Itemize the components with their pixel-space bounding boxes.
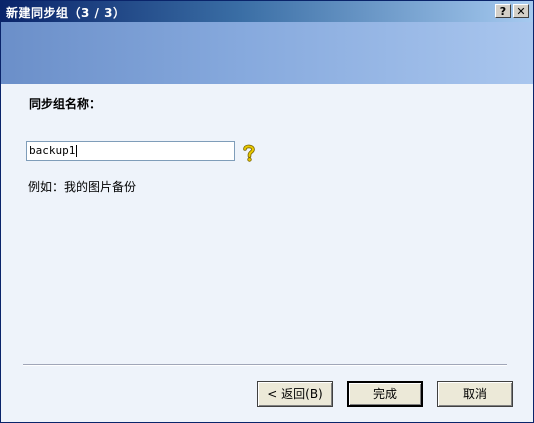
footer-divider (23, 364, 507, 366)
help-button[interactable]: ? (495, 4, 511, 18)
title-bar[interactable]: 新建同步组（3 / 3） ? ✕ (1, 1, 533, 22)
group-name-label: 同步组名称： (29, 97, 102, 111)
back-button[interactable]: < 返回(B) (257, 381, 333, 407)
window-title: 新建同步组（3 / 3） (6, 6, 126, 20)
wizard-dialog: 新建同步组（3 / 3） ? ✕ 同步组名称： backup1 例如：我的图片备… (0, 0, 534, 423)
text-caret (76, 145, 78, 157)
group-name-input[interactable]: backup1 (26, 141, 235, 161)
group-name-value: backup1 (29, 144, 76, 157)
finish-button[interactable]: 完成 (347, 381, 423, 407)
cancel-button[interactable]: 取消 (437, 381, 513, 407)
close-icon: ✕ (516, 5, 526, 18)
example-hint: 例如：我的图片备份 (28, 180, 137, 194)
header-banner (1, 22, 533, 84)
help-glyph-icon: ? (499, 5, 507, 18)
close-button[interactable]: ✕ (513, 4, 529, 18)
question-mark-icon[interactable] (241, 144, 257, 162)
